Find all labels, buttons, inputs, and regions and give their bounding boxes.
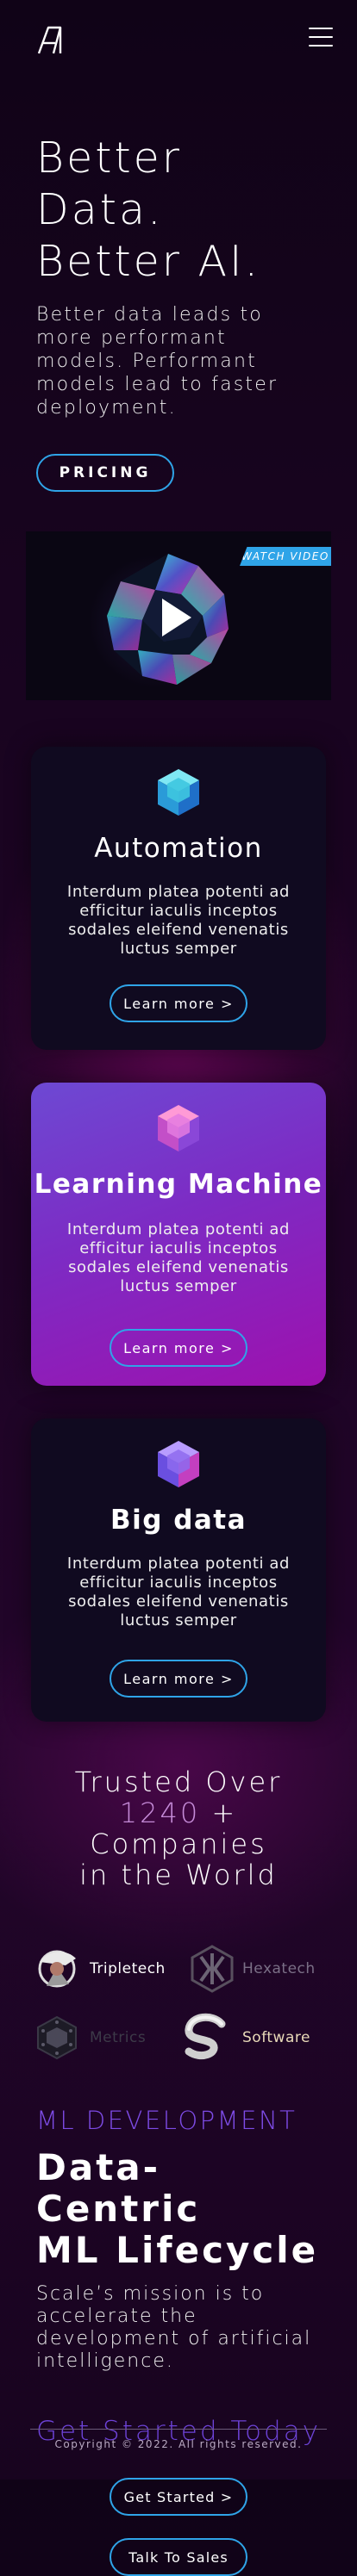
partner-logos: Tripletech Hexatech Metrics Software (0, 1942, 357, 2064)
hero-title-line2: Better AI. (36, 237, 261, 286)
partner-name: Software (242, 2029, 310, 2046)
talk-to-sales-button[interactable]: Talk To Sales (110, 2538, 247, 2576)
card-body: Interdum platea potenti ad efficitur iac… (66, 883, 291, 958)
partner-logo-hexatech: Hexatech (178, 1942, 326, 1996)
pricing-button[interactable]: PRICING (36, 454, 174, 492)
trusted-line1: Trusted Over (74, 1766, 283, 1798)
ml-title: Data-Centric ML Lifecycle (36, 2147, 321, 2271)
cube-icon (158, 1441, 199, 1487)
hero-title-line1: Better Data. (36, 133, 182, 234)
feature-card-learning-machine: Learning Machine Interdum platea potenti… (31, 1083, 326, 1386)
feature-card-big-data: Big data Interdum platea potenti ad effi… (31, 1418, 326, 1722)
partner-name: Tripletech (90, 1960, 166, 1977)
card-body: Interdum platea potenti ad efficitur iac… (66, 1555, 291, 1629)
get-started-button[interactable]: Get Started > (110, 2478, 247, 2516)
hero-section: Better Data. Better AI. Better data lead… (0, 78, 357, 492)
ml-tag: ML DEVELOPMENT (36, 2106, 298, 2135)
video-banner[interactable]: WATCH VIDEO (26, 531, 331, 700)
card-body: Interdum platea potenti ad efficitur iac… (66, 1220, 291, 1295)
hero-title: Better Data. Better AI. (36, 133, 321, 288)
learn-more-button[interactable]: Learn more > (110, 1660, 247, 1698)
partner-logo-software: Software (178, 2011, 326, 2064)
footer: Copyright © 2022. All rights reserved. (30, 2429, 327, 2450)
card-title: Big data (110, 1505, 247, 1536)
cube-icon (158, 769, 199, 816)
partner-name: Hexatech (242, 1960, 316, 1977)
copyright-text: Copyright © 2022. All rights reserved. (54, 2438, 303, 2450)
partner-name: Metrics (90, 2029, 147, 2046)
hero-subtitle: Better data leads to more performant mod… (36, 304, 279, 419)
trusted-line3: in the World (79, 1859, 278, 1891)
metrics-logo-icon (37, 2015, 77, 2060)
partner-logo-metrics: Metrics (31, 2011, 178, 2064)
card-title: Automation (94, 833, 263, 864)
feature-card-automation: Automation Interdum platea potenti ad ef… (31, 747, 326, 1050)
hexatech-logo-icon (191, 1945, 234, 1993)
ml-title-line2: ML Lifecycle (36, 2229, 319, 2271)
hamburger-menu-icon[interactable] (309, 28, 333, 48)
watch-video-button[interactable]: WATCH VIDEO (240, 547, 331, 566)
partner-logo-tripletech: Tripletech (31, 1942, 178, 1996)
learn-more-button[interactable]: Learn more > (110, 1329, 247, 1367)
ai-logo-icon[interactable] (36, 24, 64, 55)
site-header (0, 0, 357, 78)
cube-icon (158, 1105, 199, 1151)
polyhedron-image (107, 554, 229, 685)
ml-section: ML DEVELOPMENT Data-Centric ML Lifecycle… (0, 2106, 357, 2373)
ml-body: Scale’s mission is to accelerate the dev… (36, 2283, 312, 2372)
ml-title-line1: Data-Centric (36, 2146, 201, 2230)
trusted-heading: Trusted Over 1240 + Companies in the Wor… (0, 1766, 357, 1890)
learn-more-button[interactable]: Learn more > (110, 984, 247, 1022)
software-logo-icon (185, 2013, 226, 2059)
card-title: Learning Machine (34, 1169, 323, 1200)
company-count: 1240 (119, 1797, 201, 1829)
tripletech-logo-icon (38, 1950, 76, 1988)
